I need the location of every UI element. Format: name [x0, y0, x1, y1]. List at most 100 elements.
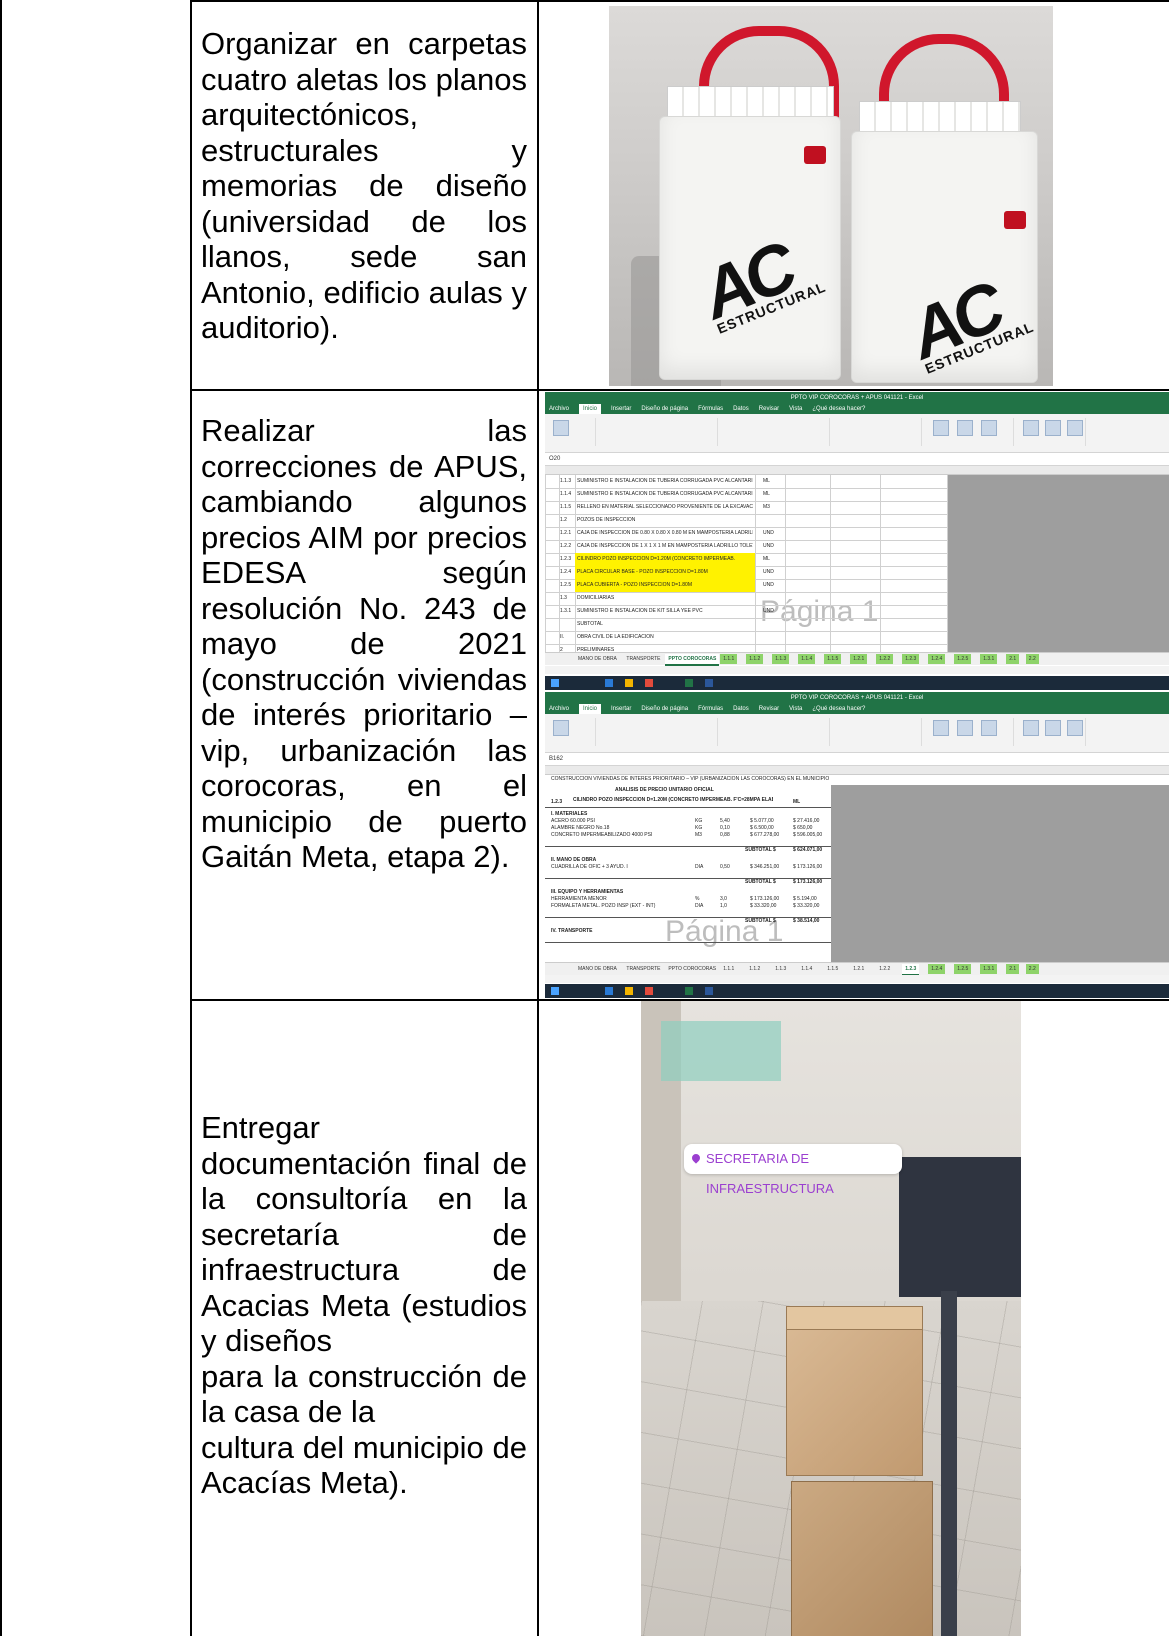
sheet-tab[interactable]: 1.2.2 — [876, 654, 894, 664]
conditional-format-icon[interactable] — [933, 420, 949, 436]
apu-row-qty[interactable]: 5,40 — [720, 818, 745, 824]
apu-section-title[interactable]: IV. TRANSPORTE — [551, 928, 751, 934]
format-table-icon[interactable] — [957, 720, 973, 736]
apu-row-qty[interactable]: 0,10 — [720, 825, 745, 831]
apu-row-partial[interactable]: $ 596.005,00 — [793, 832, 831, 838]
apu-section-title[interactable]: III. EQUIPO Y HERRAMIENTAS — [551, 889, 751, 895]
ribbon-tab[interactable]: Vista — [789, 704, 802, 714]
excel-icon[interactable] — [685, 679, 693, 687]
cell-description[interactable]: DOMICILIARIAS — [577, 595, 753, 601]
sheet-tab[interactable]: 1.1.4 — [798, 654, 816, 664]
ribbon-tab[interactable]: ¿Qué desea hacer? — [812, 704, 865, 714]
ribbon-tab[interactable]: Fórmulas — [698, 704, 723, 714]
word-icon[interactable] — [705, 987, 713, 995]
cell-description[interactable]: SUMINISTRO E INSTALACIÓN DE KIT SILLA YE… — [577, 608, 753, 614]
cell-styles-icon[interactable] — [981, 420, 997, 436]
ribbon-tab[interactable]: Inicio — [579, 404, 602, 414]
sheet-tab[interactable]: 2.1 — [1006, 654, 1020, 664]
apu-row-partial[interactable]: $ 650,00 — [793, 825, 831, 831]
apu-row-desc[interactable]: CUADRILLA DE OFIC + 3 AYUD. I — [551, 864, 691, 870]
sheet-tab[interactable]: TRANSPORTE — [623, 964, 663, 974]
apu-row-desc[interactable]: ALAMBRE NEGRO No.18 — [551, 825, 691, 831]
sheet-tab[interactable]: 1.3.1 — [980, 654, 998, 664]
chrome-icon[interactable] — [645, 679, 653, 687]
format-table-icon[interactable] — [957, 420, 973, 436]
cell-unit[interactable]: ML — [763, 478, 783, 484]
format-cells-icon[interactable] — [1067, 420, 1083, 436]
ribbon-tab[interactable]: Diseño de página — [641, 404, 688, 414]
apu-row-qty[interactable]: 3,0 — [720, 896, 745, 902]
apu-row-desc[interactable]: HERRAMIENTA MENOR — [551, 896, 691, 902]
cell-unit[interactable]: M3 — [763, 504, 783, 510]
cell-description[interactable]: PLACA CUBIERTA - POZO INSPECCIÓN D=1.80M — [577, 582, 753, 588]
cell-item[interactable]: 1.1.5 — [560, 504, 575, 510]
apu-row-unit-price[interactable]: $ 5.077,00 — [750, 818, 790, 824]
apu-row-partial[interactable]: $ 173.126,00 — [793, 864, 831, 870]
apu-row-unit[interactable]: KG — [695, 818, 715, 824]
start-icon[interactable] — [551, 679, 559, 687]
sheet-tab[interactable]: 1.1.4 — [798, 964, 815, 974]
sheet-tab[interactable]: 1.3.1 — [980, 964, 998, 974]
cell-item[interactable]: 1.2.2 — [560, 543, 575, 549]
apu-section-title[interactable]: I. MATERIALES — [551, 811, 751, 817]
apu-row-partial[interactable]: $ 27.416,00 — [793, 818, 831, 824]
sheet-tab[interactable]: 1.2.1 — [850, 654, 868, 664]
cell-unit[interactable]: UND — [763, 530, 783, 536]
sheet-tab[interactable]: PPTO COROCORAS — [665, 654, 720, 666]
apu-row-unit[interactable]: KG — [695, 825, 715, 831]
sheet-tab[interactable]: TRANSPORTE — [623, 654, 663, 664]
cell-description[interactable]: CILINDRO POZO INSPECCIÓN D=1.20M (CONCRE… — [577, 556, 753, 562]
cell-item[interactable]: 1.2.1 — [560, 530, 575, 536]
ribbon-tab[interactable]: Diseño de página — [641, 704, 688, 714]
apu-section-title[interactable]: II. MANO DE OBRA — [551, 857, 751, 863]
ribbon-tab[interactable]: Insertar — [611, 404, 631, 414]
sheet-tab[interactable]: 1.2.3 — [902, 654, 920, 664]
cell-unit[interactable]: UND — [763, 543, 783, 549]
excel-formula-bar[interactable]: O20 — [545, 453, 1169, 466]
ribbon-tab[interactable]: Revisar — [759, 704, 779, 714]
cell-description[interactable]: CAJA DE INSPECCIÓN DE 1 X 1 X 1 M EN MAM… — [577, 543, 753, 549]
sheet-tab[interactable]: 1.2.5 — [954, 654, 972, 664]
ribbon-tab[interactable]: Datos — [733, 404, 749, 414]
sheet-tab[interactable]: 1.2.1 — [850, 964, 867, 974]
cell-description[interactable]: OBRA CIVIL DE LA EDIFICACIÓN — [577, 634, 753, 640]
explorer-icon[interactable] — [625, 679, 633, 687]
apu-item-desc[interactable]: CILINDRO POZO INSPECCIÓN D=1.20M (CONCRE… — [573, 797, 773, 803]
apu-row-unit[interactable]: DIA — [695, 903, 715, 909]
edge-icon[interactable] — [605, 679, 613, 687]
ribbon-tab[interactable]: ¿Qué desea hacer? — [812, 404, 865, 414]
ribbon-tab[interactable]: Revisar — [759, 404, 779, 414]
cell-description[interactable]: SUMINISTRO E INSTALACIÓN DE TUBERIA CORR… — [577, 478, 753, 484]
sheet-tab[interactable]: 2.1 — [1006, 964, 1020, 974]
cell-item[interactable]: 1.3.1 — [560, 608, 575, 614]
sheet-tab[interactable]: 1.2.5 — [954, 964, 972, 974]
cell-unit[interactable]: UND — [763, 582, 783, 588]
cell-item[interactable]: 1.1.4 — [560, 491, 575, 497]
apu-row-desc[interactable]: ACERO 60.000 PSI — [551, 818, 691, 824]
cell-styles-icon[interactable] — [981, 720, 997, 736]
sheet-tab[interactable]: 2.2 — [1025, 654, 1039, 664]
sheet-tab[interactable]: 1.1.2 — [746, 654, 764, 664]
cell-description[interactable]: POZOS DE INSPECCIÓN — [577, 517, 753, 523]
cell-unit[interactable]: ML — [763, 556, 783, 562]
excel-formula-bar[interactable]: B162 — [545, 753, 1169, 766]
apu-row-unit-price[interactable]: $ 33.320,00 — [750, 903, 790, 909]
format-cells-icon[interactable] — [1067, 720, 1083, 736]
chrome-icon[interactable] — [645, 987, 653, 995]
cell-item[interactable]: 1.2 — [560, 517, 575, 523]
sheet-tab[interactable]: 1.1.3 — [772, 654, 790, 664]
apu-row-qty[interactable]: 1,0 — [720, 903, 745, 909]
apu-row-unit-price[interactable]: $ 173.126,00 — [750, 896, 790, 902]
sheet-tab[interactable]: 2.2 — [1025, 964, 1039, 974]
sheet-tab[interactable]: 1.2.4 — [928, 964, 946, 974]
apu-row-desc[interactable]: CONCRETO IMPERMEABILIZADO 4000 PSI — [551, 832, 691, 838]
ribbon-tab[interactable]: Datos — [733, 704, 749, 714]
conditional-format-icon[interactable] — [933, 720, 949, 736]
apu-row-qty[interactable]: 0,88 — [720, 832, 745, 838]
apu-row-unit-price[interactable]: $ 6.500,00 — [750, 825, 790, 831]
apu-item[interactable]: 1.2.3 — [551, 799, 571, 805]
sheet-tab[interactable]: MANO DE OBRA — [575, 654, 620, 664]
ribbon-tab[interactable]: Archivo — [549, 704, 569, 714]
edge-icon[interactable] — [605, 987, 613, 995]
cell-item[interactable]: 1.3 — [560, 595, 575, 601]
